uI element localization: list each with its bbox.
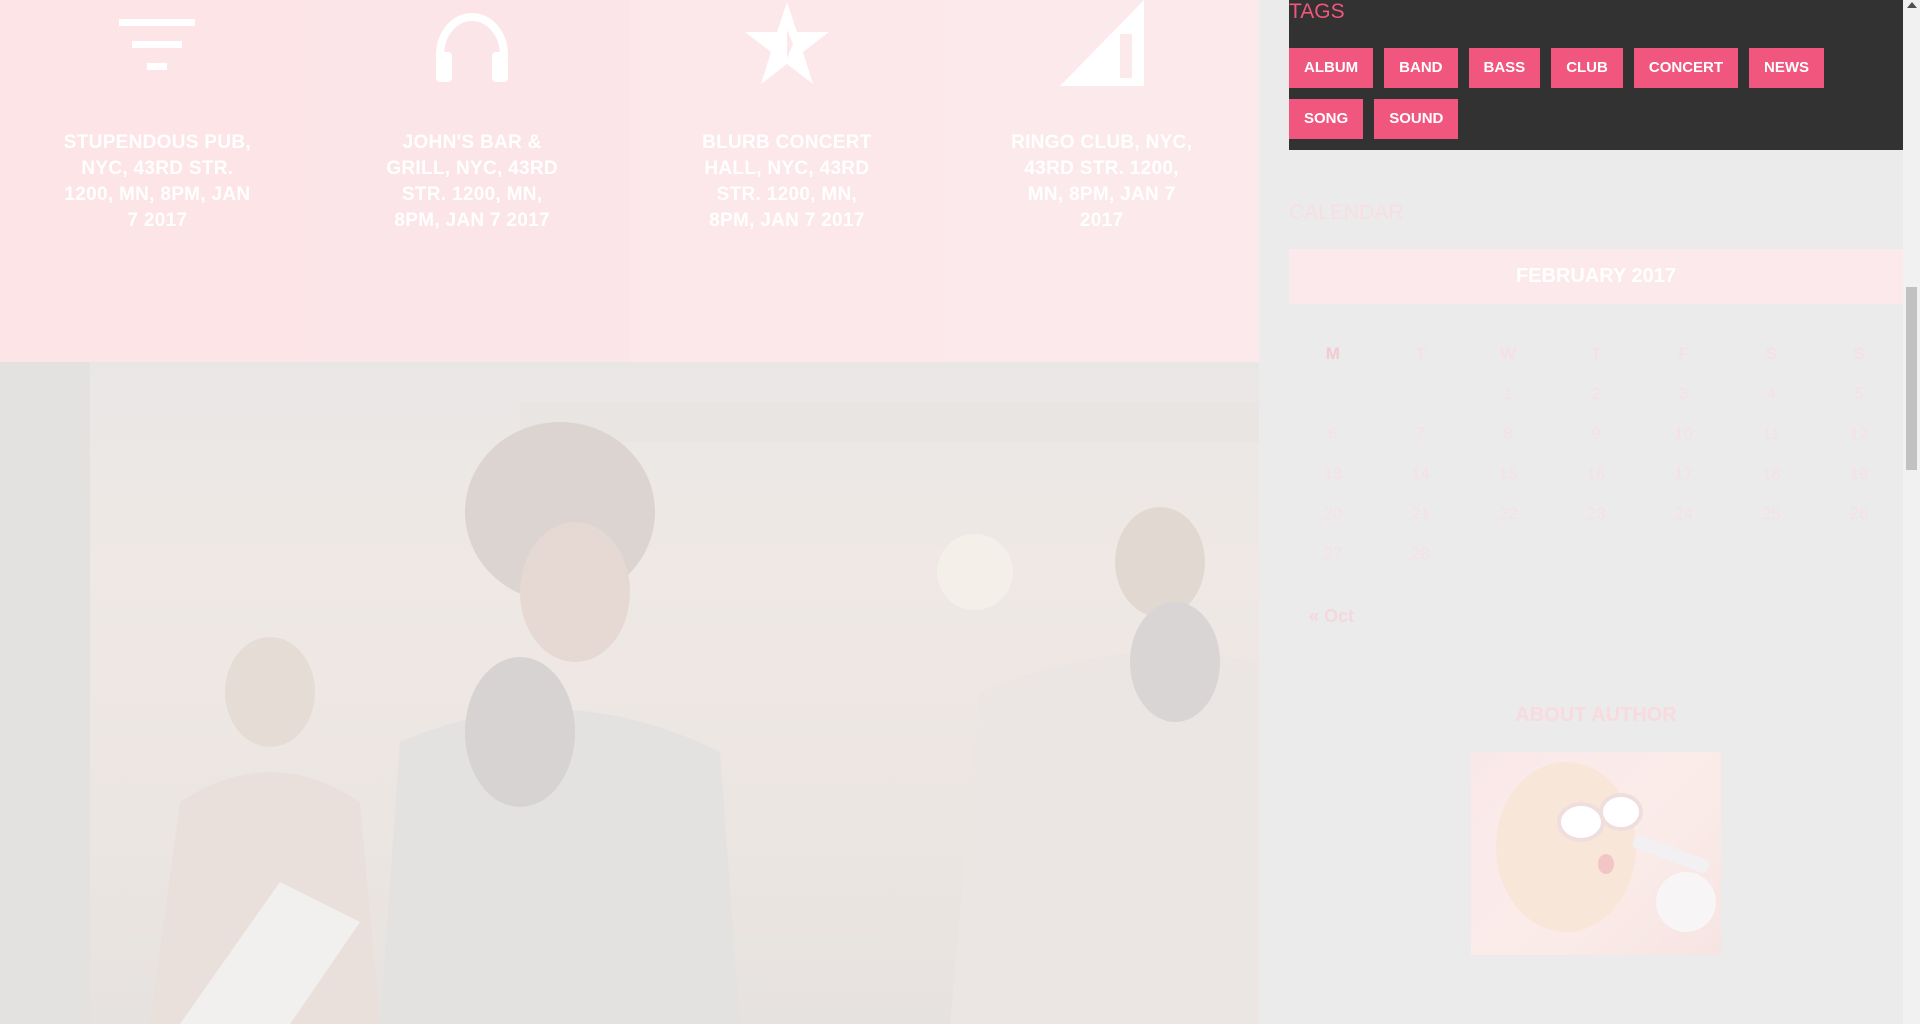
calendar-day: 12	[1849, 424, 1869, 443]
calendar-day: 25	[1761, 504, 1781, 523]
weekday-label: S	[1765, 344, 1777, 363]
calendar-day: 11	[1762, 424, 1781, 443]
calendar-day	[1727, 534, 1815, 574]
event-card[interactable]: BLURB CONCERT HALL, NYC, 43RD STR. 1200,…	[629, 0, 945, 362]
calendar-day: 20	[1323, 504, 1343, 523]
calendar-day	[1377, 374, 1465, 414]
sidebar: TAGS ALBUM BAND BASS CLUB CONCERT NEWS S…	[1289, 0, 1903, 1024]
event-text: BLURB CONCERT HALL, NYC, 43RD STR. 1200,…	[702, 132, 872, 231]
tag-list: ALBUM BAND BASS CLUB CONCERT NEWS SONG S…	[1289, 48, 1889, 139]
weekday-label: F	[1678, 344, 1689, 363]
calendar-prev-link[interactable]: « Oct	[1309, 606, 1354, 627]
event-card[interactable]: RINGO CLUB, NYC, 43RD STR. 1200, MN, 8PM…	[944, 0, 1259, 362]
calendar-day	[1552, 534, 1640, 574]
calendar-month: FEBRUARY 2017	[1289, 249, 1903, 304]
calendar-day: 10	[1674, 424, 1694, 443]
page-scrollbar[interactable]	[1903, 0, 1920, 1024]
tag-club[interactable]: CLUB	[1551, 48, 1623, 88]
event-text: STUPENDOUS PUB, NYC, 43RD STR. 1200, MN,…	[63, 132, 251, 231]
calendar-day: 9	[1591, 424, 1601, 443]
calendar-day: 6	[1328, 424, 1338, 443]
weekday-label: T	[1590, 344, 1602, 363]
calendar-day: 22	[1498, 504, 1518, 523]
headphones-icon	[422, 0, 522, 88]
calendar-day: 1	[1503, 384, 1513, 403]
scrollbar-thumb[interactable]	[1906, 287, 1917, 470]
tags-title: TAGS	[1289, 0, 1345, 23]
tag-bass[interactable]: BASS	[1468, 48, 1541, 88]
calendar-day: 26	[1849, 504, 1869, 523]
calendar-day: 3	[1678, 384, 1689, 403]
calendar-day: 23	[1586, 504, 1606, 523]
calendar-grid: M T W T F S S 1 2 3 4 5 6 7 8 9 10 11 12…	[1289, 334, 1903, 574]
calendar-title: CALENDAR	[1289, 201, 1404, 224]
tag-song[interactable]: SONG	[1289, 99, 1364, 139]
calendar-week: 6 7 8 9 10 11 12	[1289, 414, 1903, 454]
tag-concert[interactable]: CONCERT	[1633, 48, 1739, 88]
filter-icon	[107, 0, 207, 88]
calendar-week: 1 2 3 4 5	[1289, 374, 1903, 414]
event-text: JOHN'S BAR & GRILL, NYC, 43RD STR. 1200,…	[386, 132, 558, 231]
calendar-week: 13 14 15 16 17 18 19	[1289, 454, 1903, 494]
events-strip: STUPENDOUS PUB, NYC, 43RD STR. 1200, MN,…	[0, 0, 1259, 362]
calendar-day: 5	[1854, 384, 1864, 403]
event-card[interactable]: STUPENDOUS PUB, NYC, 43RD STR. 1200, MN,…	[0, 0, 315, 362]
tag-sound[interactable]: SOUND	[1374, 99, 1459, 139]
calendar-day: 15	[1498, 464, 1518, 483]
calendar-day: 2	[1591, 384, 1601, 403]
calendar-day: 18	[1761, 464, 1781, 483]
calendar-day: 16	[1586, 464, 1606, 483]
about-author-title: ABOUT AUTHOR	[1515, 704, 1677, 726]
tags-widget: TAGS ALBUM BAND BASS CLUB CONCERT NEWS S…	[1289, 0, 1903, 150]
calendar-day	[1640, 534, 1728, 574]
calendar-day: 4	[1766, 384, 1777, 403]
calendar-weekdays: M T W T F S S	[1289, 334, 1903, 374]
author-photo-image	[1471, 752, 1721, 955]
calendar-day: 24	[1674, 504, 1694, 523]
calendar-day: 7	[1415, 424, 1426, 443]
band-photo-image	[0, 362, 1259, 1024]
calendar-day: 8	[1503, 424, 1513, 443]
calendar-day	[1464, 534, 1552, 574]
calendar-week: 20 21 22 23 24 25 26	[1289, 494, 1903, 534]
signal-icon	[1052, 0, 1152, 88]
event-text: RINGO CLUB, NYC, 43RD STR. 1200, MN, 8PM…	[1011, 132, 1193, 231]
calendar-day: 19	[1849, 464, 1869, 483]
tag-news[interactable]: NEWS	[1749, 48, 1825, 88]
tag-album[interactable]: ALBUM	[1289, 48, 1374, 88]
calendar-week: 27 28	[1289, 534, 1903, 574]
scroll-up-arrow-icon[interactable]	[1907, 2, 1917, 8]
calendar-day	[1289, 374, 1377, 414]
weekday-label: S	[1853, 344, 1865, 363]
calendar-day: 13	[1323, 464, 1343, 483]
calendar-day: 14	[1411, 464, 1430, 483]
calendar-day: 27	[1323, 544, 1343, 563]
calendar-day	[1815, 534, 1903, 574]
weekday-label: W	[1500, 344, 1517, 363]
event-card[interactable]: JOHN'S BAR & GRILL, NYC, 43RD STR. 1200,…	[314, 0, 630, 362]
star-icon	[737, 0, 837, 88]
weekday-label: M	[1325, 344, 1340, 363]
tag-band[interactable]: BAND	[1384, 48, 1458, 88]
calendar-day: 17	[1674, 464, 1694, 483]
calendar-day: 21	[1411, 504, 1430, 523]
calendar-day: 28	[1411, 544, 1430, 563]
weekday-label: T	[1415, 344, 1426, 363]
